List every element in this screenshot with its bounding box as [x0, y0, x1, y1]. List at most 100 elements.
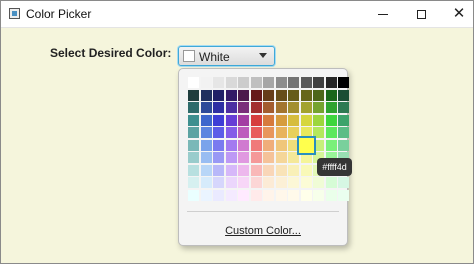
color-swatch[interactable] [188, 77, 199, 88]
color-swatch[interactable] [263, 152, 274, 163]
color-swatch[interactable] [263, 77, 274, 88]
color-swatch[interactable] [225, 164, 237, 176]
color-swatch[interactable] [275, 127, 287, 138]
color-swatch[interactable] [275, 89, 287, 101]
color-swatch[interactable] [300, 89, 312, 101]
color-swatch[interactable] [188, 102, 199, 113]
color-swatch[interactable] [238, 164, 249, 176]
color-swatch[interactable] [325, 139, 337, 151]
color-swatch[interactable] [200, 164, 212, 176]
color-swatch[interactable] [200, 139, 212, 151]
color-swatch[interactable] [325, 114, 337, 126]
color-swatch[interactable] [325, 89, 337, 101]
color-swatch[interactable] [213, 127, 224, 138]
color-swatch[interactable] [238, 189, 249, 201]
color-swatch[interactable] [338, 139, 349, 151]
color-swatch[interactable] [238, 102, 249, 113]
color-swatch[interactable] [225, 127, 237, 138]
color-swatch[interactable] [275, 164, 287, 176]
color-swatch[interactable] [250, 152, 262, 163]
color-swatch[interactable] [200, 189, 212, 201]
color-swatch[interactable] [325, 77, 337, 88]
color-swatch[interactable] [238, 139, 249, 151]
color-swatch[interactable] [213, 77, 224, 88]
color-swatch[interactable] [288, 77, 299, 88]
color-swatch[interactable] [213, 102, 224, 113]
color-swatch[interactable] [188, 89, 199, 101]
color-swatch[interactable] [263, 189, 274, 201]
color-swatch[interactable] [288, 114, 299, 126]
color-swatch[interactable] [238, 114, 249, 126]
color-swatch[interactable] [225, 114, 237, 126]
color-swatch[interactable] [213, 152, 224, 163]
color-swatch[interactable] [225, 189, 237, 201]
hovered-swatch[interactable] [297, 136, 316, 155]
color-swatch[interactable] [338, 114, 349, 126]
minimize-button[interactable] [363, 3, 403, 25]
color-swatch[interactable] [313, 189, 324, 201]
custom-color-link[interactable]: Custom Color... [179, 225, 347, 237]
color-swatch[interactable] [263, 177, 274, 188]
color-swatch[interactable] [313, 114, 324, 126]
color-swatch[interactable] [313, 102, 324, 113]
color-swatch[interactable] [275, 139, 287, 151]
color-swatch[interactable] [263, 139, 274, 151]
color-swatch[interactable] [338, 189, 349, 201]
color-swatch[interactable] [188, 189, 199, 201]
color-swatch[interactable] [275, 152, 287, 163]
color-swatch[interactable] [275, 177, 287, 188]
color-swatch[interactable] [225, 139, 237, 151]
color-swatch[interactable] [338, 89, 349, 101]
color-swatch[interactable] [338, 177, 349, 188]
color-swatch[interactable] [200, 152, 212, 163]
color-swatch[interactable] [300, 114, 312, 126]
color-swatch[interactable] [200, 114, 212, 126]
color-swatch[interactable] [225, 89, 237, 101]
color-swatch[interactable] [213, 189, 224, 201]
color-combo-box[interactable]: White [178, 46, 275, 66]
color-swatch[interactable] [250, 189, 262, 201]
color-swatch[interactable] [313, 177, 324, 188]
color-swatch[interactable] [238, 89, 249, 101]
color-swatch[interactable] [250, 89, 262, 101]
color-swatch[interactable] [200, 77, 212, 88]
color-swatch[interactable] [225, 102, 237, 113]
color-swatch[interactable] [250, 77, 262, 88]
color-swatch[interactable] [275, 102, 287, 113]
color-swatch[interactable] [238, 77, 249, 88]
color-swatch[interactable] [275, 189, 287, 201]
color-swatch[interactable] [225, 77, 237, 88]
color-swatch[interactable] [200, 127, 212, 138]
maximize-button[interactable] [401, 3, 441, 25]
color-swatch[interactable] [238, 177, 249, 188]
color-swatch[interactable] [238, 152, 249, 163]
color-swatch[interactable] [213, 139, 224, 151]
color-swatch[interactable] [300, 164, 312, 176]
color-swatch[interactable] [288, 177, 299, 188]
color-swatch[interactable] [225, 152, 237, 163]
color-swatch[interactable] [250, 177, 262, 188]
close-button[interactable]: ✕ [439, 3, 474, 25]
color-swatch[interactable] [288, 102, 299, 113]
color-swatch[interactable] [288, 164, 299, 176]
color-swatch[interactable] [213, 114, 224, 126]
color-swatch[interactable] [250, 139, 262, 151]
color-swatch[interactable] [263, 127, 274, 138]
color-swatch[interactable] [275, 77, 287, 88]
color-swatch[interactable] [275, 114, 287, 126]
color-swatch[interactable] [213, 89, 224, 101]
color-swatch[interactable] [313, 77, 324, 88]
color-swatch[interactable] [188, 177, 199, 188]
color-swatch[interactable] [300, 177, 312, 188]
color-swatch[interactable] [213, 164, 224, 176]
color-swatch[interactable] [188, 114, 199, 126]
color-swatch[interactable] [188, 139, 199, 151]
color-swatch[interactable] [325, 127, 337, 138]
color-swatch[interactable] [300, 77, 312, 88]
color-swatch[interactable] [200, 177, 212, 188]
color-swatch[interactable] [288, 89, 299, 101]
color-swatch[interactable] [200, 89, 212, 101]
color-swatch[interactable] [188, 164, 199, 176]
color-swatch[interactable] [213, 177, 224, 188]
color-swatch[interactable] [288, 189, 299, 201]
